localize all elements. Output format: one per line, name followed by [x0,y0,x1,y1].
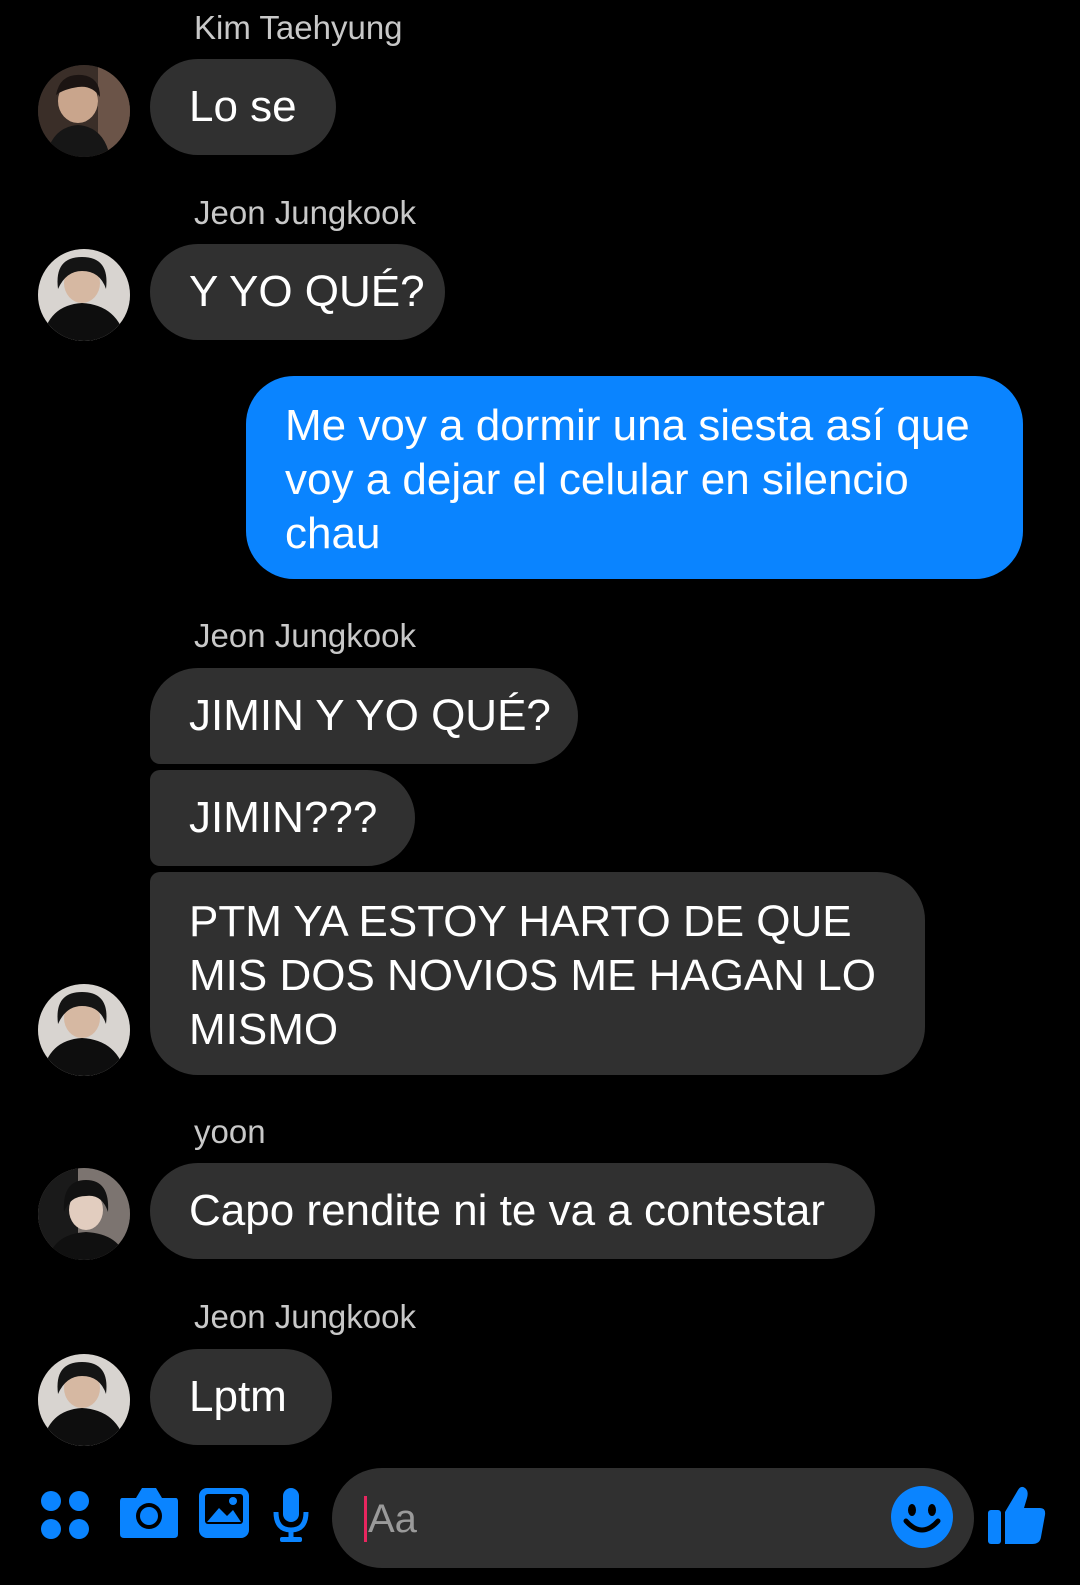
sender-name: yoon [194,1113,266,1150]
emoji-icon[interactable] [890,1485,954,1549]
message-bubble[interactable]: Y YO QUÉ? [150,244,445,340]
avatar-photo-icon [38,249,130,341]
avatar-photo-icon [38,1354,130,1446]
sender-name: Jeon Jungkook [194,194,416,231]
avatar-jeon-jungkook[interactable] [38,249,130,341]
avatar-photo-icon [38,1168,130,1260]
sender-name: Kim Taehyung [194,9,403,46]
message-bubble[interactable]: PTM YA ESTOY HARTO DE QUE MIS DOS NOVIOS… [150,872,925,1075]
message-bubble[interactable]: Lo se [150,59,336,155]
sender-name: Jeon Jungkook [194,617,416,654]
message-bubble[interactable]: JIMIN Y YO QUÉ? [150,668,578,764]
text-caret [364,1496,367,1542]
avatar-yoon[interactable] [38,1168,130,1260]
avatar-jeon-jungkook[interactable] [38,984,130,1076]
message-input-placeholder: Aa [368,1497,417,1541]
thumbs-up-icon[interactable] [986,1484,1048,1546]
message-input[interactable]: Aa [332,1468,974,1568]
message-bubble[interactable]: Lptm [150,1349,332,1445]
microphone-icon[interactable] [272,1486,310,1546]
message-bubble[interactable]: Capo rendite ni te va a contestar [150,1163,875,1259]
gallery-icon[interactable] [197,1486,251,1540]
message-composer: Aa [0,1462,1080,1572]
outgoing-message-bubble[interactable]: Me voy a dormir una siesta así que voy a… [246,376,1023,579]
avatar-jeon-jungkook[interactable] [38,1354,130,1446]
avatar-photo-icon [38,65,130,157]
message-bubble[interactable]: JIMIN??? [150,770,415,866]
camera-icon[interactable] [118,1486,180,1538]
avatar-kim-taehyung[interactable] [38,65,130,157]
sender-name: Jeon Jungkook [194,1298,416,1335]
avatar-photo-icon [38,984,130,1076]
apps-icon[interactable] [39,1489,91,1541]
